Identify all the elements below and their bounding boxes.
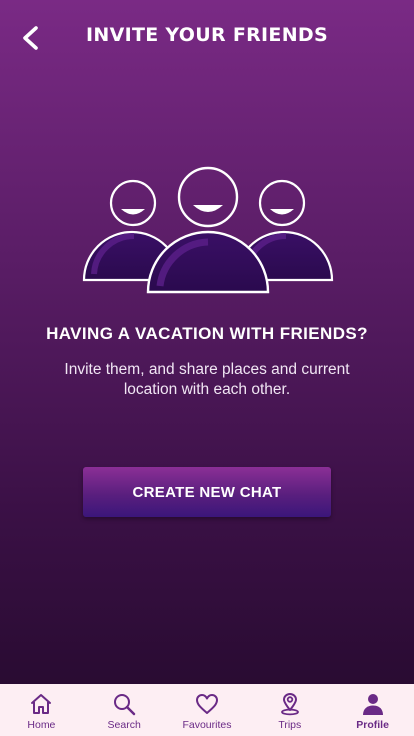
- tab-label: Trips: [278, 719, 302, 731]
- tab-profile[interactable]: Profile: [331, 684, 414, 736]
- tab-favourites[interactable]: Favourites: [166, 684, 249, 736]
- tab-home[interactable]: Home: [0, 684, 83, 736]
- create-new-chat-button[interactable]: CREATE NEW CHAT: [83, 467, 331, 517]
- center-friend-figure: [146, 166, 270, 294]
- tab-search[interactable]: Search: [83, 684, 166, 736]
- home-icon: [28, 691, 54, 717]
- tab-label: Profile: [356, 719, 389, 731]
- description-text: Invite them, and share places and curren…: [64, 361, 350, 398]
- bottom-tab-bar: Home Search Favourites Trips Profile: [0, 684, 414, 736]
- header: INVITE YOUR FRIENDS: [0, 0, 414, 76]
- tab-label: Search: [107, 719, 141, 731]
- person-icon: [360, 691, 386, 717]
- tab-label: Favourites: [182, 719, 232, 731]
- headline: HAVING A VACATION WITH FRIENDS?: [46, 324, 368, 343]
- map-pin-icon: [277, 691, 303, 717]
- tab-label: Home: [27, 719, 56, 731]
- invite-friends-screen: INVITE YOUR FRIENDS HAVING A VACATION WI…: [0, 0, 414, 736]
- tab-trips[interactable]: Trips: [248, 684, 331, 736]
- heart-icon: [194, 691, 220, 717]
- search-icon: [111, 691, 137, 717]
- group-of-friends-icon: [82, 166, 334, 294]
- page-title: INVITE YOUR FRIENDS: [86, 24, 328, 46]
